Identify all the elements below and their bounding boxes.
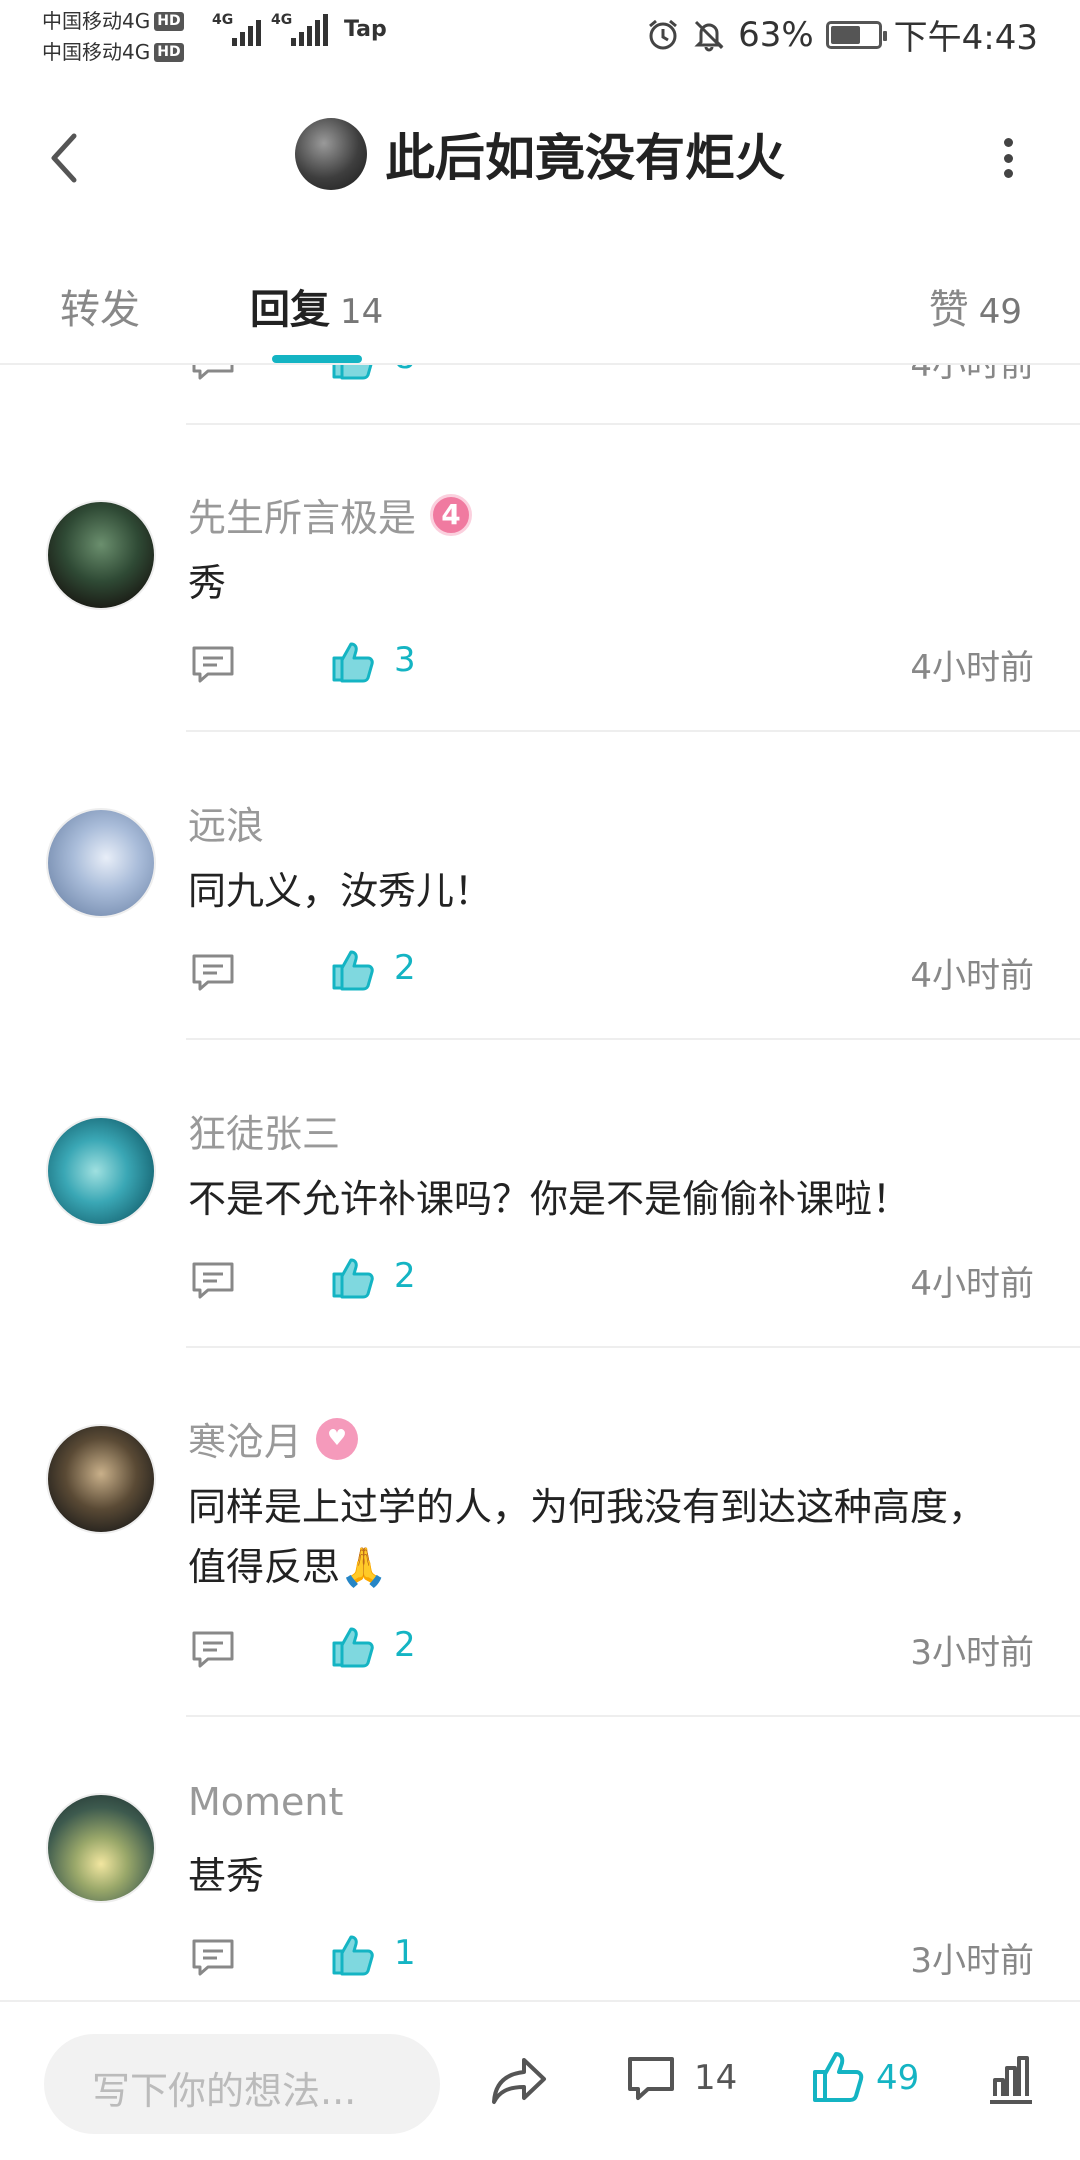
divider xyxy=(186,1346,1080,1348)
reply-icon[interactable] xyxy=(190,1937,236,1977)
avatar[interactable] xyxy=(46,1424,156,1534)
author-avatar[interactable] xyxy=(295,118,367,190)
comment-count: 14 xyxy=(694,2058,738,2098)
hd-badge: HD xyxy=(154,43,184,62)
comment-actions: 2 4小时前 xyxy=(188,946,1034,996)
avatar[interactable] xyxy=(46,808,156,918)
status-right: 63% 下午4:43 xyxy=(646,10,1038,59)
comment-time: 3小时前 xyxy=(910,1633,1034,1673)
hd-badge: HD xyxy=(154,12,184,31)
divider xyxy=(186,1715,1080,1717)
comment-icon[interactable] xyxy=(626,2054,676,2104)
like-icon[interactable] xyxy=(330,365,376,381)
page-title: 此后如竟没有炬火 xyxy=(385,129,785,187)
divider xyxy=(186,1038,1080,1040)
comment-actions: 1 3小时前 xyxy=(188,1931,1034,1981)
like-count: 2 xyxy=(394,1625,416,1665)
status-bar: 中国移动4G HD 中国移动4G HD 4G 4G Tap 63% 下午4:43 xyxy=(0,0,1080,70)
comment-author: 远浪 xyxy=(188,795,264,850)
comment-author-name[interactable]: 远浪 xyxy=(188,795,264,850)
battery-percent: 63% xyxy=(738,14,814,55)
fan-badge: ♥ xyxy=(316,1417,359,1460)
tab-like-count: 49 xyxy=(978,292,1022,332)
signal-icon: 4G xyxy=(212,12,261,46)
signal-icon: 4G xyxy=(271,12,328,46)
like-icon[interactable] xyxy=(330,1623,376,1669)
comment-text: 秀 xyxy=(188,561,227,605)
carrier-2: 中国移动4G xyxy=(42,40,151,64)
like-count: 49 xyxy=(876,2058,920,2098)
comment-author: 寒沧月 ♥ xyxy=(188,1411,359,1466)
level-badge: 4 xyxy=(430,493,473,536)
comment-text: 甚秀 xyxy=(188,1854,265,1898)
comment-actions: 8 4小时前 xyxy=(188,365,1034,385)
comment-author-name[interactable]: Moment xyxy=(188,1780,343,1824)
like-icon[interactable] xyxy=(330,1931,376,1977)
divider xyxy=(186,730,1080,732)
signal-indicators: 4G 4G Tap xyxy=(212,12,387,46)
more-icon[interactable] xyxy=(1002,138,1014,178)
like-count: 2 xyxy=(394,1256,416,1296)
comment-text: 同样是上过学的人，为何我没有到达这种高度，值得反思🙏 xyxy=(188,1485,987,1589)
like-count: 3 xyxy=(394,640,416,680)
comment-actions: 2 3小时前 xyxy=(188,1623,1034,1673)
comment-author: 先生所言极是 4 xyxy=(188,487,473,542)
like-icon[interactable] xyxy=(810,2048,866,2106)
tab-indicator xyxy=(272,355,362,363)
divider xyxy=(186,423,1080,425)
comment-input[interactable]: 写下你的想法... xyxy=(44,2034,440,2134)
like-count: 8 xyxy=(394,365,416,377)
title-bar: 此后如竟没有炬火 xyxy=(0,100,1080,210)
carrier-1: 中国移动4G xyxy=(42,9,151,33)
comment-list: 8 4小时前 先生所言极是 4 秀 3 4小时前 远浪 同九义，汝秀儿！ 2 4 xyxy=(0,365,1080,2000)
comment-text: 不是不允许补课吗？你是不是偷偷补课啦！ xyxy=(188,1177,911,1221)
tab-like[interactable]: 赞 49 xyxy=(929,277,1022,335)
avatar[interactable] xyxy=(46,1116,156,1226)
carrier-info: 中国移动4G HD 中国移动4G HD xyxy=(42,6,184,68)
reply-icon[interactable] xyxy=(190,1260,236,1300)
alarm-icon xyxy=(649,19,678,49)
tab-reply[interactable]: 回复 14 xyxy=(250,277,383,335)
battery-icon xyxy=(825,20,887,49)
like-icon[interactable] xyxy=(330,1254,376,1300)
stats-icon[interactable] xyxy=(986,2052,1036,2106)
like-count: 1 xyxy=(394,1933,416,1973)
comment-author: 狂徒张三 xyxy=(188,1103,340,1158)
comment-actions: 3 4小时前 xyxy=(188,638,1034,688)
comment-author: Moment xyxy=(188,1780,343,1824)
bottom-bar: 写下你的想法... 14 49 xyxy=(0,2000,1080,2160)
like-icon[interactable] xyxy=(330,946,376,992)
clock: 下午4:43 xyxy=(893,18,1038,58)
comment-time: 4小时前 xyxy=(910,956,1034,996)
comment-author-name[interactable]: 狂徒张三 xyxy=(188,1103,340,1158)
title-group[interactable]: 此后如竟没有炬火 xyxy=(0,118,1080,190)
comment-time: 4小时前 xyxy=(910,648,1034,688)
share-icon[interactable] xyxy=(490,2054,548,2108)
like-count: 2 xyxy=(394,948,416,988)
avatar[interactable] xyxy=(46,1793,156,1903)
reply-icon[interactable] xyxy=(190,1629,236,1669)
comment-time: 3小时前 xyxy=(910,1941,1034,1981)
reply-icon[interactable] xyxy=(190,365,236,381)
comment-text: 同九义，汝秀儿！ xyxy=(188,869,493,913)
reply-icon[interactable] xyxy=(190,952,236,992)
tap-indicator: Tap xyxy=(344,16,387,42)
tab-forward[interactable]: 转发 xyxy=(60,277,140,335)
comment-time: 4小时前 xyxy=(910,365,1034,385)
comment-actions: 2 4小时前 xyxy=(188,1254,1034,1304)
comment-author-name[interactable]: 寒沧月 xyxy=(188,1411,302,1466)
tab-bar: 转发 回复 14 赞 49 xyxy=(0,255,1080,365)
avatar[interactable] xyxy=(46,500,156,610)
comment-time: 4小时前 xyxy=(910,1264,1034,1304)
like-icon[interactable] xyxy=(330,638,376,684)
comment-author-name[interactable]: 先生所言极是 xyxy=(188,487,416,542)
reply-icon[interactable] xyxy=(190,644,236,684)
mute-bell-icon xyxy=(694,20,724,51)
tab-reply-count: 14 xyxy=(340,292,384,332)
